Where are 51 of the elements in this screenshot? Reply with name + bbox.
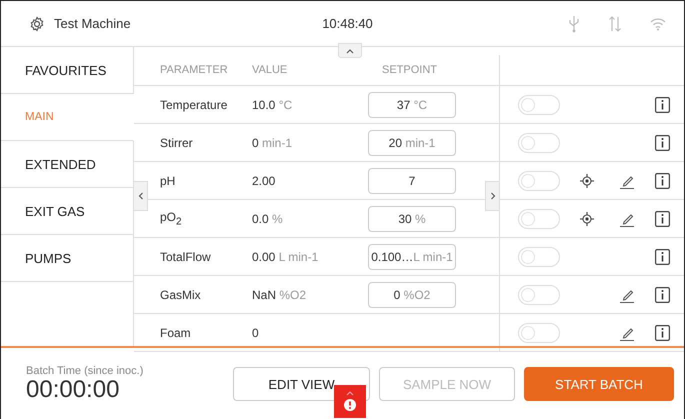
- info-icon[interactable]: [655, 134, 670, 150]
- parameter-name: Foam: [160, 326, 192, 340]
- clock-time: 10:48:40: [322, 16, 373, 31]
- parameter-value: 0 min-1: [252, 136, 294, 150]
- machine-name: Test Machine: [54, 16, 131, 31]
- transfer-arrows-icon: [608, 14, 622, 32]
- parameter-name: pO$_{2}$: [160, 210, 183, 228]
- setpoint-field[interactable]: 37 °C: [368, 92, 456, 118]
- parameter-value: 0.00 L min-1: [252, 250, 320, 264]
- info-icon[interactable]: [655, 210, 670, 226]
- setpoint-field[interactable]: 20 min-1: [368, 130, 456, 156]
- column-header: SETPOINT: [381, 64, 438, 76]
- toggle-switch[interactable]: [518, 246, 560, 266]
- column-header: PARAMETER: [160, 64, 229, 76]
- setpoint-field[interactable]: 0.100…L min-1: [368, 244, 456, 270]
- alert-tab[interactable]: [334, 385, 366, 418]
- toggle-switch[interactable]: [518, 132, 560, 152]
- batch-time: 00:00:00: [26, 377, 120, 403]
- setpoint-field[interactable]: 0 %O2: [368, 282, 456, 308]
- crosshair-icon[interactable]: [580, 174, 594, 188]
- toggle-switch[interactable]: [518, 322, 560, 342]
- parameter-value: 0: [252, 326, 260, 340]
- parameter-value: 2.00: [252, 174, 276, 188]
- batch-time-label: Batch Time (since inoc.): [26, 365, 144, 377]
- info-icon[interactable]: [655, 248, 670, 264]
- toggle-switch[interactable]: [518, 208, 560, 228]
- setpoint-field[interactable]: 30 %: [368, 206, 456, 232]
- crosshair-icon[interactable]: [580, 212, 594, 226]
- settings-icon[interactable]: [29, 16, 45, 32]
- scroll-left-button[interactable]: [134, 181, 148, 211]
- alert-icon: [343, 390, 357, 412]
- parameter-name: pH: [160, 174, 176, 188]
- parameter-value: 0.0 %: [252, 212, 284, 226]
- info-icon[interactable]: [655, 172, 670, 188]
- parameter-name: Stirrer: [160, 136, 194, 150]
- usb-icon: [568, 14, 580, 32]
- toggle-switch[interactable]: [518, 170, 560, 190]
- parameter-value: 10.0 °C: [252, 98, 294, 112]
- column-header: VALUE: [252, 64, 288, 76]
- setpoint-field[interactable]: 7: [368, 168, 456, 194]
- parameter-value: NaN %O2: [252, 288, 308, 302]
- wifi-icon: [650, 16, 666, 30]
- parameter-name: Temperature: [160, 98, 228, 112]
- toggle-switch[interactable]: [518, 94, 560, 114]
- info-icon[interactable]: [655, 286, 670, 302]
- scroll-up-button[interactable]: [338, 43, 362, 58]
- info-icon[interactable]: [655, 96, 670, 112]
- parameter-name: GasMix: [160, 288, 202, 302]
- toggle-switch[interactable]: [518, 284, 560, 304]
- parameter-name: TotalFlow: [160, 250, 212, 264]
- info-icon[interactable]: [655, 324, 670, 340]
